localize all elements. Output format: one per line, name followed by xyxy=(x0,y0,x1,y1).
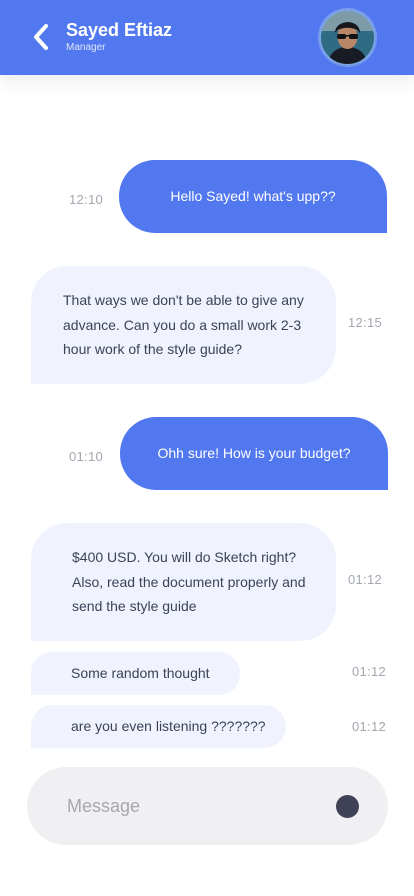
message-text: $400 USD. You will do Sketch right? Also… xyxy=(72,549,306,615)
message-incoming[interactable]: $400 USD. You will do Sketch right? Also… xyxy=(31,523,336,641)
user-avatar-photo xyxy=(319,9,376,66)
message-time: 01:12 xyxy=(348,572,383,587)
message-text: Ohh sure! How is your budget? xyxy=(157,445,351,462)
message-input[interactable] xyxy=(67,767,327,845)
message-text: That ways we don't be able to give any a… xyxy=(63,292,304,358)
contact-name: Sayed Eftiaz xyxy=(66,20,173,40)
chevron-left-icon xyxy=(34,24,48,50)
message-outgoing[interactable]: Hello Sayed! what's upp?? xyxy=(119,160,387,233)
message-incoming[interactable]: Some random thought xyxy=(31,652,240,695)
chat-header: Sayed Eftiaz Manager xyxy=(0,0,414,75)
message-composer xyxy=(27,767,388,845)
send-dot-icon[interactable] xyxy=(336,795,359,818)
message-text: are you even listening ??????? xyxy=(71,718,266,735)
message-time: 01:12 xyxy=(352,664,387,679)
message-time: 12:15 xyxy=(348,315,383,330)
message-outgoing[interactable]: Ohh sure! How is your budget? xyxy=(120,417,388,490)
message-time: 12:10 xyxy=(69,192,104,207)
contact-role: Manager xyxy=(66,42,106,53)
message-text: Hello Sayed! what's upp?? xyxy=(170,188,336,205)
message-text: Some random thought xyxy=(71,665,210,682)
message-time: 01:10 xyxy=(69,449,104,464)
message-incoming[interactable]: That ways we don't be able to give any a… xyxy=(31,266,336,384)
message-incoming[interactable]: are you even listening ??????? xyxy=(31,705,286,748)
avatar[interactable] xyxy=(319,9,376,66)
message-time: 01:12 xyxy=(352,719,387,734)
back-button[interactable] xyxy=(26,20,56,54)
